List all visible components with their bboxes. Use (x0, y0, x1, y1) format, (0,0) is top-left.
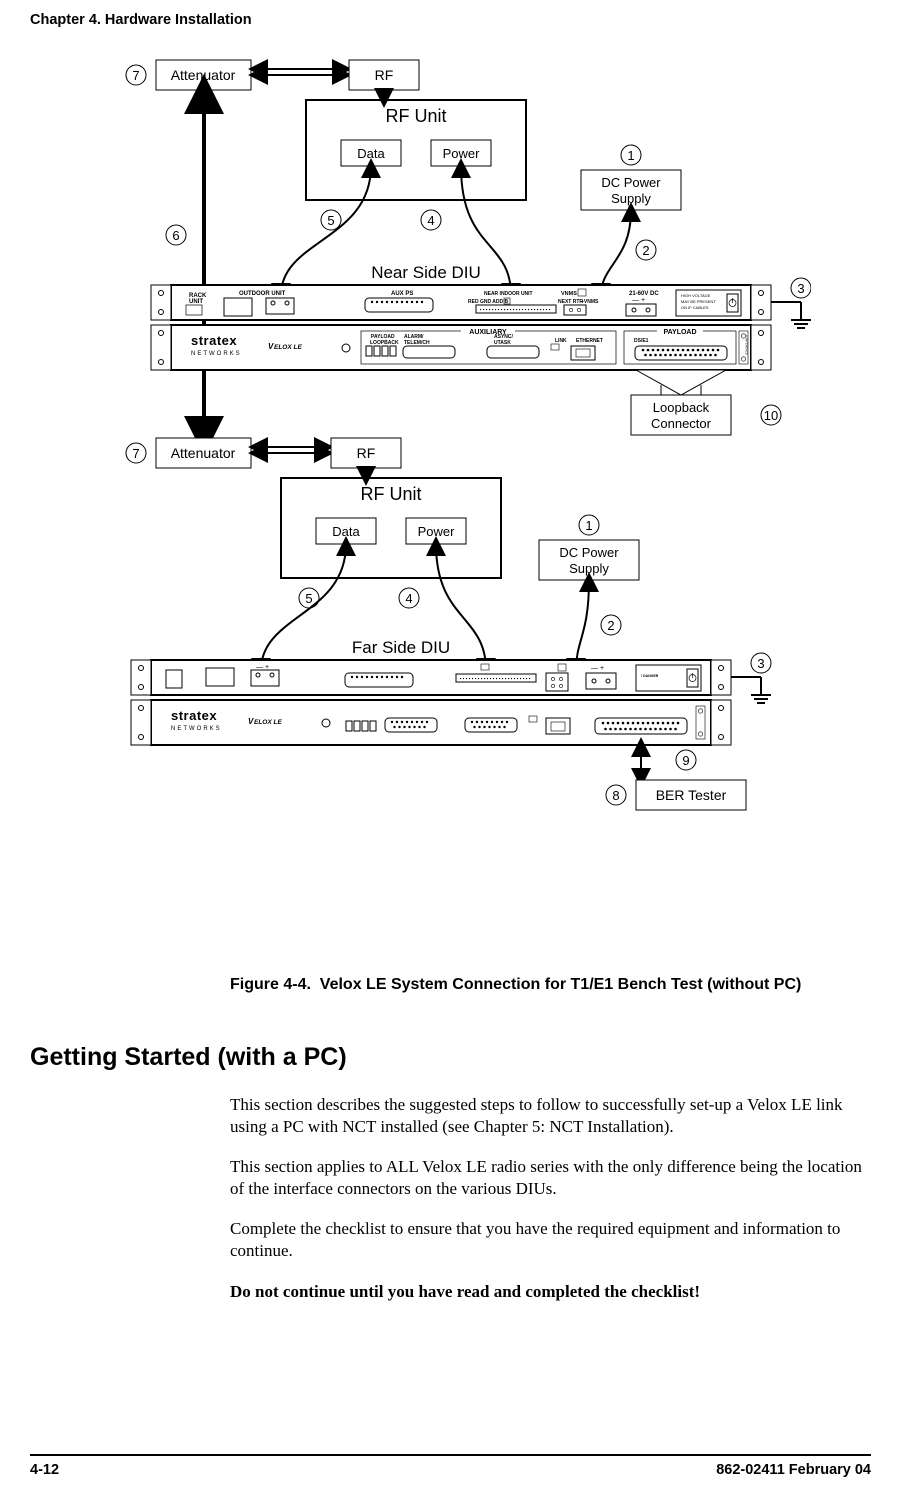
svg-text:NEXT RTR: NEXT RTR (558, 299, 583, 305)
svg-text:HIGH VOLTAGE: HIGH VOLTAGE (681, 293, 711, 298)
svg-text:NETWORKS: NETWORKS (171, 726, 222, 732)
svg-text:stratex: stratex (171, 708, 217, 723)
rf-label-bot: RF (356, 445, 375, 461)
callout-3-top-text: 3 (797, 281, 804, 296)
callout-2-bot-text: 2 (607, 618, 614, 633)
svg-text:— +: — + (632, 297, 645, 304)
callout-8-text: 8 (612, 788, 619, 803)
svg-text:stratex: stratex (191, 333, 237, 348)
svg-text:A-INTERFACE: A-INTERFACE (744, 335, 748, 355)
svg-text:ELOX LE: ELOX LE (274, 344, 302, 351)
figure-caption: Figure 4-4. Velox LE System Connection f… (230, 975, 871, 995)
footer-page-number: 4-12 (30, 1462, 59, 1478)
callout-9-text: 9 (682, 753, 689, 768)
svg-text:+VNMS: +VNMS (581, 299, 599, 305)
svg-text:UTASK: UTASK (494, 340, 511, 346)
near-diu-row1: RACK UNIT OUTDOOR UNIT AUX PS NEAR INDOO… (151, 285, 771, 320)
attenuator-label-bot: Attenuator (170, 445, 235, 461)
callout-7-top-text: 7 (132, 68, 139, 83)
callout-7-bot-text: 7 (132, 446, 139, 461)
loopback-label-2: Connector (651, 416, 712, 431)
svg-text:DS/E1: DS/E1 (634, 338, 649, 344)
svg-text:NEAR INDOOR UNIT: NEAR INDOOR UNIT (484, 291, 533, 297)
curve-dc-top (601, 210, 631, 295)
paragraph-3: Complete the checklist to ensure that yo… (230, 1218, 871, 1262)
paragraph-1: This section describes the suggested ste… (230, 1094, 871, 1138)
svg-text:— +: — + (591, 665, 604, 672)
svg-text:MAY BE PRESENT: MAY BE PRESENT (681, 299, 716, 304)
callout-4-bot-text: 4 (405, 591, 412, 606)
callout-3-bot-text: 3 (757, 656, 764, 671)
svg-text:— +: — + (256, 664, 269, 671)
loopback-label-1: Loopback (652, 400, 709, 415)
svg-text:AUX PS: AUX PS (391, 291, 413, 297)
callout-4-top-text: 4 (427, 213, 434, 228)
data-label-top: Data (357, 146, 385, 161)
far-diu-row2: stratex NETWORKS V ELOX LE (131, 700, 731, 745)
footer-docid: 862-02411 February 04 (716, 1462, 871, 1478)
callout-1-top-text: 1 (627, 148, 634, 163)
chapter-header: Chapter 4. Hardware Installation (30, 12, 871, 28)
data-label-bot: Data (332, 524, 360, 539)
dc-ps-label-top-1: DC Power (601, 175, 661, 190)
callout-1-bot-text: 1 (585, 518, 592, 533)
far-diu-row1: — + — + ! DANGER (131, 660, 731, 695)
svg-text:OUTDOOR UNIT: OUTDOOR UNIT (239, 291, 286, 297)
paragraph-4: Do not continue until you have read and … (230, 1281, 871, 1303)
svg-text:! DANGER: ! DANGER (641, 674, 659, 678)
svg-text:VNMS: VNMS (561, 291, 577, 297)
near-side-title: Near Side DIU (371, 263, 481, 282)
near-diu-row2: stratex NETWORKS V ELOX LE AUXILIARY PAY… (151, 325, 771, 370)
svg-text:NETWORKS: NETWORKS (191, 351, 242, 357)
svg-text:TELEM/CH: TELEM/CH (404, 340, 430, 346)
dc-ps-label-top-2: Supply (611, 191, 651, 206)
curve-dc-bot (576, 580, 589, 670)
figure-caption-label: Figure 4-4. (230, 976, 311, 993)
far-side-title: Far Side DIU (351, 638, 449, 657)
svg-text:LOOPBACK: LOOPBACK (370, 340, 399, 346)
figure: 7 Attenuator RF RF Unit Data Power 1 (30, 40, 871, 965)
callout-6-top-text: 6 (172, 228, 179, 243)
svg-text:RED GND ADD B: RED GND ADD B (468, 299, 508, 305)
svg-text:ELOX LE: ELOX LE (254, 719, 282, 726)
callout-2-top-text: 2 (642, 243, 649, 258)
power-label-bot: Power (417, 524, 455, 539)
figure-caption-text: Velox LE System Connection for T1/E1 Ben… (320, 976, 802, 993)
dc-ps-label-bot-1: DC Power (559, 545, 619, 560)
power-label-top: Power (442, 146, 480, 161)
svg-text:PAYLOAD: PAYLOAD (663, 329, 696, 336)
rf-unit-title-top: RF Unit (385, 106, 446, 126)
svg-text:LINK: LINK (555, 338, 567, 344)
callout-10-text: 10 (763, 408, 777, 423)
section-title: Getting Started (with a PC) (30, 1043, 871, 1072)
callout-5-top-text: 5 (327, 213, 334, 228)
rf-label-top: RF (374, 67, 393, 83)
svg-text:UNIT: UNIT (189, 299, 203, 305)
paragraph-2: This section applies to ALL Velox LE rad… (230, 1156, 871, 1200)
loopback-arrow-shape (636, 370, 726, 395)
dc-ps-label-bot-2: Supply (569, 561, 609, 576)
ber-label: BER Tester (655, 787, 726, 803)
attenuator-label-top: Attenuator (170, 67, 235, 83)
page-footer: 4-12 862-02411 February 04 (30, 1454, 871, 1502)
svg-text:ON IF CABLES: ON IF CABLES (681, 305, 709, 310)
svg-text:ETHERNET: ETHERNET (576, 338, 603, 344)
rf-unit-title-bot: RF Unit (360, 484, 421, 504)
callout-5-bot-text: 5 (305, 591, 312, 606)
